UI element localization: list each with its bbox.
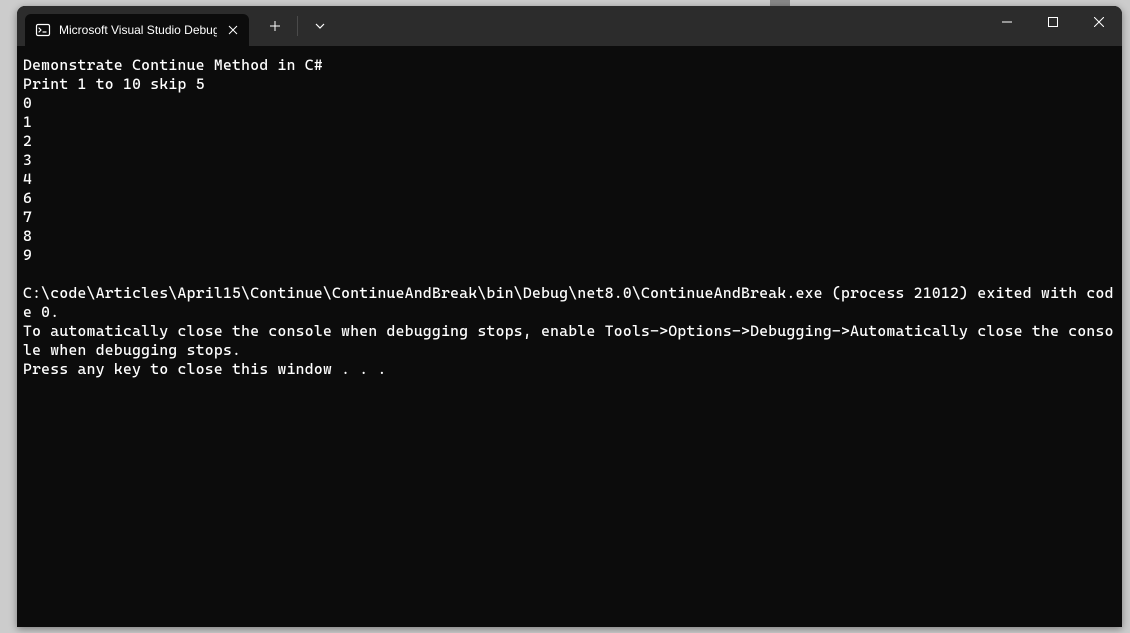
tab-title: Microsoft Visual Studio Debug [59, 23, 217, 37]
maximize-button[interactable] [1030, 6, 1076, 38]
console-output-area[interactable]: Demonstrate Continue Method in C# Print … [17, 46, 1122, 627]
divider [297, 16, 298, 36]
titlebar[interactable]: Microsoft Visual Studio Debug [17, 6, 1122, 46]
terminal-icon [35, 22, 51, 38]
terminal-window: Microsoft Visual Studio Debug [17, 6, 1122, 627]
titlebar-actions [261, 6, 334, 46]
window-controls [984, 6, 1122, 38]
close-window-button[interactable] [1076, 6, 1122, 38]
active-tab[interactable]: Microsoft Visual Studio Debug [25, 14, 249, 46]
console-text: Demonstrate Continue Method in C# Print … [23, 56, 1116, 379]
tab-dropdown-button[interactable] [306, 12, 334, 40]
minimize-button[interactable] [984, 6, 1030, 38]
close-tab-button[interactable] [225, 22, 241, 38]
new-tab-button[interactable] [261, 12, 289, 40]
